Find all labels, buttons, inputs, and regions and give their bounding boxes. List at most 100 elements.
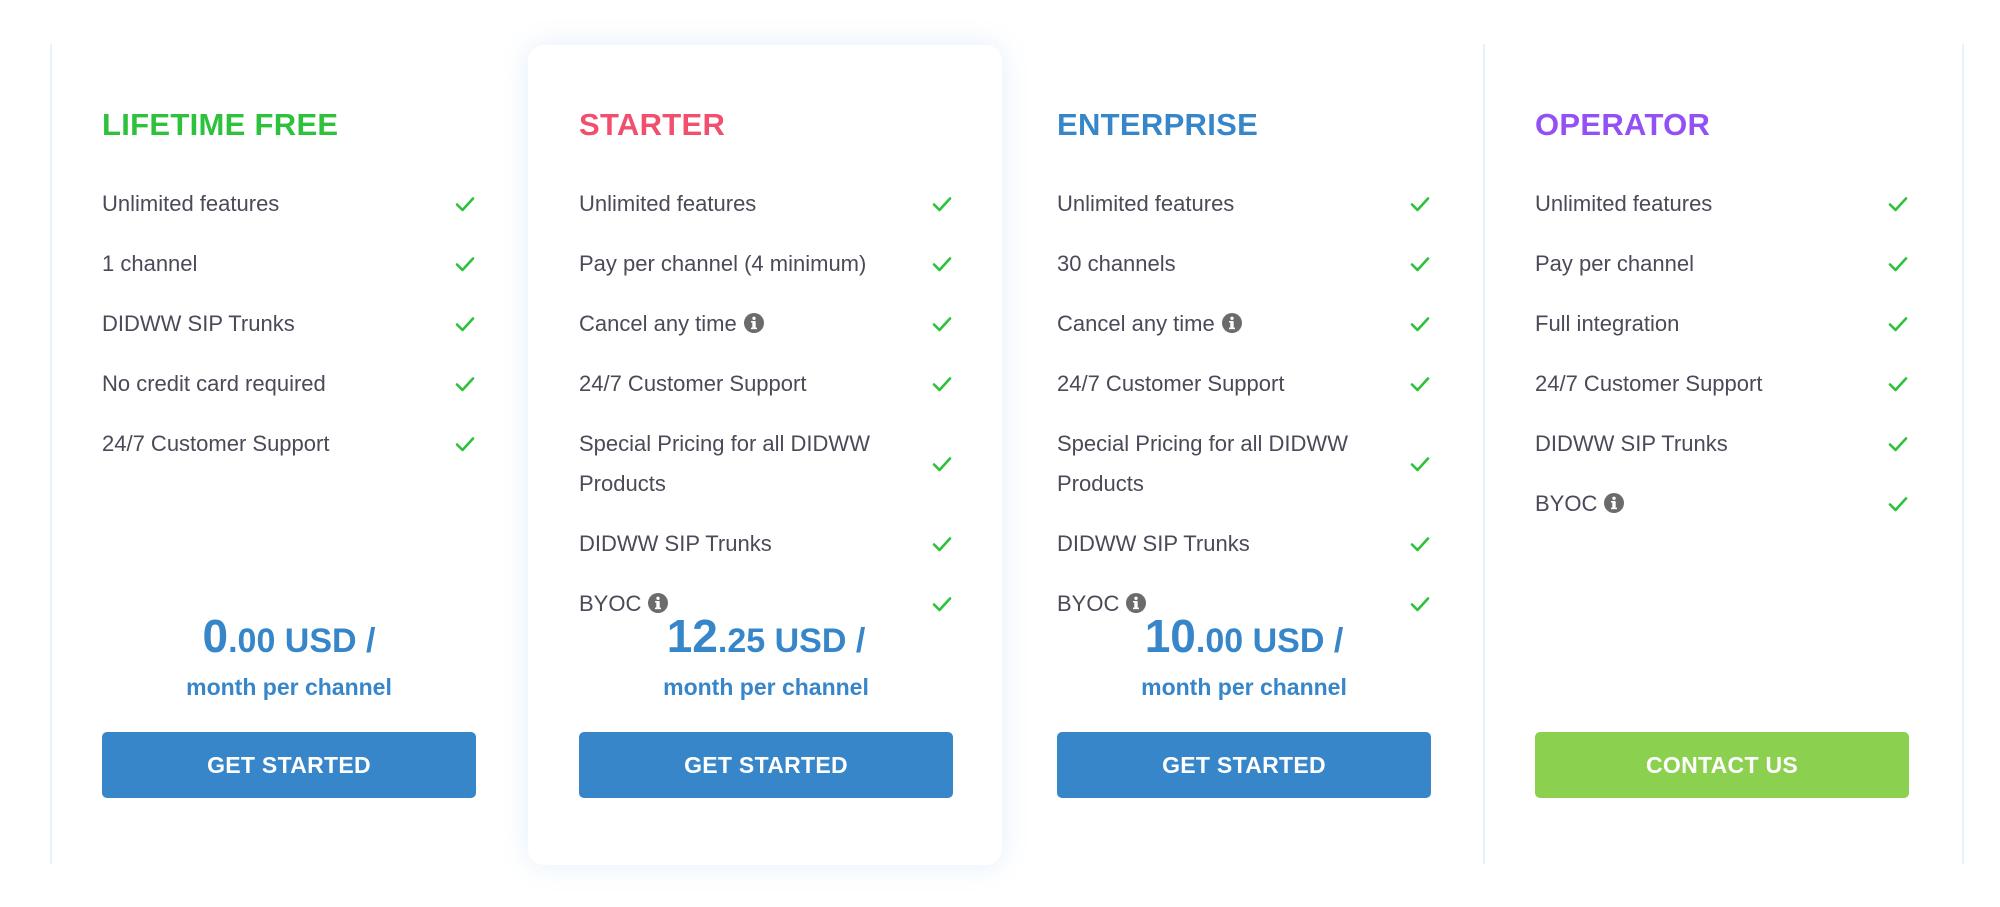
- check-icon: [1410, 257, 1430, 272]
- feature-label: Pay per channel (4 minimum): [579, 244, 909, 284]
- check-icon: [455, 197, 475, 212]
- get-started-button[interactable]: GET STARTED: [579, 732, 953, 798]
- feature-item: 24/7 Customer Support: [1057, 354, 1431, 414]
- feature-item: Unlimited features: [579, 174, 953, 234]
- info-icon[interactable]: [743, 312, 765, 334]
- plan-card-content: ENTERPRISE Unlimited features 30 channels C…: [1057, 45, 1431, 865]
- check-icon: [1888, 257, 1908, 272]
- feature-label: DIDWW SIP Trunks: [102, 304, 432, 344]
- feature-text: 30 channels: [1057, 251, 1176, 276]
- price-block: 12.25 USD / month per channel: [579, 611, 953, 702]
- feature-label: No credit card required: [102, 364, 432, 404]
- get-started-button[interactable]: GET STARTED: [102, 732, 476, 798]
- feature-label: Pay per channel: [1535, 244, 1865, 284]
- feature-item: DIDWW SIP Trunks: [102, 294, 476, 354]
- contact-us-button[interactable]: CONTACT US: [1535, 732, 1909, 798]
- price-period: month per channel: [186, 674, 392, 700]
- feature-label: 24/7 Customer Support: [1535, 364, 1865, 404]
- plan-title: ENTERPRISE: [1057, 107, 1259, 142]
- feature-text: 24/7 Customer Support: [1535, 371, 1763, 396]
- feature-label: Special Pricing for all DIDWW Products: [1057, 424, 1387, 504]
- price-amount: 12.25 USD /: [579, 611, 953, 666]
- column-divider: [1962, 44, 1964, 864]
- plan-card-content: OPERATOR Unlimited features Pay per channe…: [1535, 45, 1909, 865]
- feature-text: Unlimited features: [1535, 191, 1713, 216]
- feature-item: 24/7 Customer Support: [1535, 354, 1909, 414]
- feature-list: Unlimited features 1 channel DIDWW SIP Tru…: [102, 174, 476, 474]
- price-integer: 0: [202, 610, 229, 662]
- plan-title: STARTER: [579, 107, 726, 142]
- feature-text: BYOC: [1535, 491, 1598, 516]
- price-integer: 12: [666, 610, 718, 662]
- feature-list: Unlimited features 30 channels Cancel any …: [1057, 174, 1431, 634]
- price-currency: USD /: [765, 622, 866, 660]
- feature-text: Cancel any time: [579, 311, 737, 336]
- price-amount: 10.00 USD /: [1057, 611, 1431, 666]
- info-icon[interactable]: [1603, 492, 1625, 514]
- price-period: month per channel: [663, 674, 869, 700]
- feature-item: 24/7 Customer Support: [579, 354, 953, 414]
- feature-label: Unlimited features: [1535, 184, 1865, 224]
- plan-card-content: STARTER Unlimited features Pay per channel…: [579, 45, 953, 865]
- feature-item: 24/7 Customer Support: [102, 414, 476, 474]
- feature-text: 24/7 Customer Support: [1057, 371, 1285, 396]
- check-icon: [455, 257, 475, 272]
- feature-item: 1 channel: [102, 234, 476, 294]
- price-decimal: .25: [717, 622, 766, 660]
- price-decimal: .00: [1195, 622, 1244, 660]
- feature-label: Full integration: [1535, 304, 1865, 344]
- feature-item: Unlimited features: [102, 174, 476, 234]
- check-icon: [455, 317, 475, 332]
- feature-item: DIDWW SIP Trunks: [579, 514, 953, 574]
- plan-card-enterprise: ENTERPRISE Unlimited features 30 channels C…: [1006, 45, 1480, 865]
- check-icon: [932, 317, 952, 332]
- feature-item: Pay per channel: [1535, 234, 1909, 294]
- check-icon: [1410, 537, 1430, 552]
- feature-text: Unlimited features: [1057, 191, 1235, 216]
- feature-label: Unlimited features: [1057, 184, 1387, 224]
- feature-text: DIDWW SIP Trunks: [102, 311, 295, 336]
- feature-item: Pay per channel (4 minimum): [579, 234, 953, 294]
- plan-card-content: LIFETIME FREE Unlimited features 1 channel…: [102, 45, 476, 865]
- feature-text: Pay per channel: [1535, 251, 1694, 276]
- check-icon: [932, 377, 952, 392]
- feature-item: Cancel any time: [579, 294, 953, 354]
- check-icon: [1410, 197, 1430, 212]
- feature-text: DIDWW SIP Trunks: [1535, 431, 1728, 456]
- check-icon: [932, 457, 952, 472]
- feature-text: DIDWW SIP Trunks: [579, 531, 772, 556]
- info-icon[interactable]: [1221, 312, 1243, 334]
- feature-item: DIDWW SIP Trunks: [1057, 514, 1431, 574]
- feature-list: Unlimited features Pay per channel Full in…: [1535, 174, 1909, 534]
- feature-text: 24/7 Customer Support: [102, 431, 330, 456]
- feature-label: 24/7 Customer Support: [1057, 364, 1387, 404]
- feature-text: No credit card required: [102, 371, 326, 396]
- price-decimal: .00: [228, 622, 276, 660]
- check-icon: [1410, 317, 1430, 332]
- feature-text: Cancel any time: [1057, 311, 1215, 336]
- plan-card-lifetime-free: LIFETIME FREE Unlimited features 1 channel…: [51, 45, 525, 865]
- feature-text: 24/7 Customer Support: [579, 371, 807, 396]
- feature-text: DIDWW SIP Trunks: [1057, 531, 1250, 556]
- feature-label: 24/7 Customer Support: [579, 364, 909, 404]
- get-started-button[interactable]: GET STARTED: [1057, 732, 1431, 798]
- price-integer: 10: [1144, 610, 1196, 662]
- feature-label: DIDWW SIP Trunks: [579, 524, 909, 564]
- feature-label: 1 channel: [102, 244, 432, 284]
- feature-item: Special Pricing for all DIDWW Products: [579, 414, 953, 514]
- plan-card-starter: STARTER Unlimited features Pay per channel…: [528, 45, 1002, 865]
- check-icon: [932, 197, 952, 212]
- feature-label: Unlimited features: [579, 184, 909, 224]
- feature-item: Unlimited features: [1057, 174, 1431, 234]
- feature-item: Unlimited features: [1535, 174, 1909, 234]
- check-icon: [1888, 377, 1908, 392]
- feature-label: Cancel any time: [579, 304, 909, 344]
- feature-item: Special Pricing for all DIDWW Products: [1057, 414, 1431, 514]
- feature-list: Unlimited features Pay per channel (4 min…: [579, 174, 953, 634]
- price-amount: 0.00 USD /: [102, 611, 476, 666]
- feature-text: Special Pricing for all DIDWW Products: [579, 431, 870, 496]
- check-icon: [1888, 197, 1908, 212]
- price-period: month per channel: [1141, 674, 1347, 700]
- check-icon: [932, 537, 952, 552]
- feature-label: Cancel any time: [1057, 304, 1387, 344]
